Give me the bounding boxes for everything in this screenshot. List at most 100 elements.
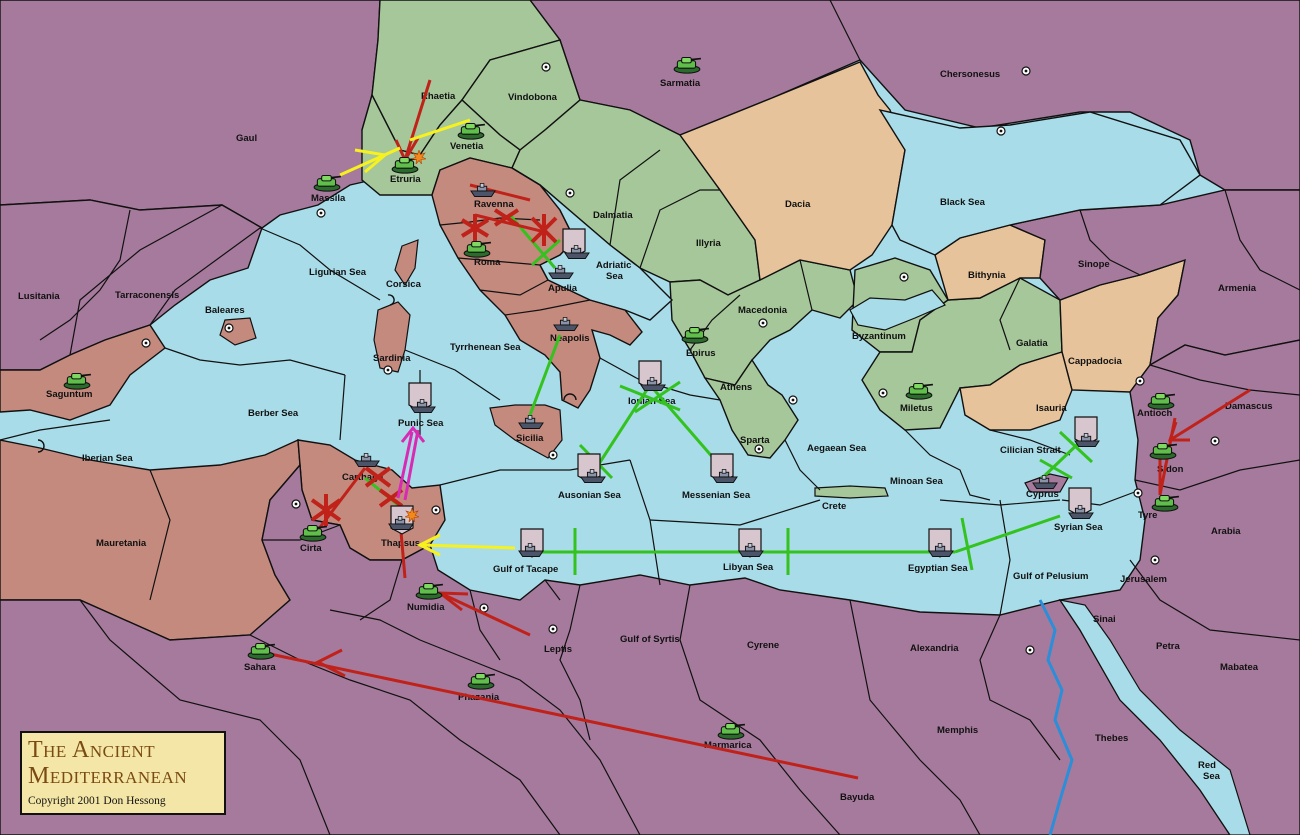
label-sardinia: Sardinia: [373, 353, 411, 364]
label-minoan-sea: Minoan Sea: [890, 476, 944, 487]
label-massila: Massila: [311, 193, 346, 204]
label-mabatea: Mabatea: [1220, 662, 1259, 673]
supply-center-icon: [758, 318, 768, 328]
label-epirus: Epirus: [686, 348, 716, 359]
label-mauretania: Mauretania: [96, 538, 147, 549]
label-etruria: Etruria: [390, 174, 421, 185]
supply-center-icon: [224, 323, 234, 333]
label-dalmatia: Dalmatia: [593, 210, 633, 221]
label-saguntum: Saguntum: [46, 389, 92, 400]
label-syrian-sea: Syrian Sea: [1054, 522, 1103, 533]
label-red-sea-1: Red: [1198, 760, 1216, 771]
supply-center-icon: [1210, 436, 1220, 446]
label-sicilia: Sicilia: [516, 433, 544, 444]
label-bayuda: Bayuda: [840, 792, 875, 803]
label-adriatic-sea-1: Adriatic: [596, 260, 631, 271]
supply-center-icon: [996, 126, 1006, 136]
supply-center-icon: [383, 365, 393, 375]
supply-center-icon: [1133, 488, 1143, 498]
land-crete[interactable]: [814, 485, 889, 499]
label-gaul: Gaul: [236, 133, 257, 144]
copyright-text: Copyright 2001 Don Hessong: [28, 795, 166, 807]
supply-center-icon: [565, 188, 575, 198]
label-thebes: Thebes: [1095, 733, 1128, 744]
label-adriatic-sea-2: Sea: [606, 271, 624, 282]
label-black-sea: Black Sea: [940, 197, 986, 208]
label-sinope: Sinope: [1078, 259, 1110, 270]
label-tyre: Tyre: [1138, 510, 1157, 521]
label-cyrene: Cyrene: [747, 640, 779, 651]
label-vindobona: Vindobona: [508, 92, 558, 103]
label-messenian-sea: Messenian Sea: [682, 490, 751, 501]
supply-center-icon: [548, 450, 558, 460]
label-roma: Roma: [474, 257, 501, 268]
supply-center-icon: [291, 499, 301, 509]
label-red-sea-2: Sea: [1203, 771, 1221, 782]
label-sinai: Sinai: [1093, 614, 1116, 625]
supply-center-icon: [541, 62, 551, 72]
label-chersonesus: Chersonesus: [940, 69, 1000, 80]
label-jerusalem: Jerusalem: [1120, 574, 1167, 585]
supply-center-icon: [431, 505, 441, 515]
supply-center-icon: [899, 272, 909, 282]
supply-center-icon: [754, 444, 764, 454]
label-ligurian-sea: Ligurian Sea: [309, 267, 367, 278]
supply-center-icon: [141, 338, 151, 348]
label-miletus: Miletus: [900, 403, 933, 414]
supply-center-icon: [1135, 376, 1145, 386]
label-baleares: Baleares: [205, 305, 245, 316]
label-armenia: Armenia: [1218, 283, 1257, 294]
label-gulf-of-tacape: Gulf of Tacape: [493, 564, 558, 575]
label-macedonia: Macedonia: [738, 305, 788, 316]
label-iberian-sea: Iberian Sea: [82, 453, 133, 464]
label-berber-sea: Berber Sea: [248, 408, 299, 419]
label-tarraconensis: Tarraconensis: [115, 290, 179, 301]
supply-center-icon: [878, 388, 888, 398]
label-punic-sea: Punic Sea: [398, 418, 444, 429]
label-illyria: Illyria: [696, 238, 722, 249]
supply-center-icon: [788, 395, 798, 405]
label-cappadocia: Cappadocia: [1068, 356, 1123, 367]
label-crete: Crete: [822, 501, 846, 512]
label-cirta: Cirta: [300, 543, 322, 554]
label-leptis: Leptis: [544, 644, 572, 655]
label-venetia: Venetia: [450, 141, 484, 152]
game-map: Rhaetia Vindobona Sarmatia Chersonesus G…: [0, 0, 1300, 835]
label-tyrrhenean-sea: Tyrrhenean Sea: [450, 342, 521, 353]
label-alexandria: Alexandria: [910, 643, 959, 654]
label-antioch: Antioch: [1137, 408, 1173, 419]
title-line-1: The Ancient: [28, 737, 156, 763]
label-gulf-of-syrtis: Gulf of Syrtis: [620, 634, 680, 645]
label-cyprus: Cyprus: [1026, 489, 1059, 500]
supply-center-icon: [316, 208, 326, 218]
label-memphis: Memphis: [937, 725, 978, 736]
title-cartouche: The Ancient Mediterranean Copyright 2001…: [20, 731, 226, 815]
label-bithynia: Bithynia: [968, 270, 1006, 281]
label-isauria: Isauria: [1036, 403, 1067, 414]
label-byzantinum: Byzantinum: [852, 331, 906, 342]
label-ausonian-sea: Ausonian Sea: [558, 490, 622, 501]
label-sahara: Sahara: [244, 662, 276, 673]
label-libyan-sea: Libyan Sea: [723, 562, 774, 573]
label-numidia: Numidia: [407, 602, 445, 613]
label-petra: Petra: [1156, 641, 1180, 652]
label-arabia: Arabia: [1211, 526, 1241, 537]
label-apulia: Apulia: [548, 283, 578, 294]
title-line-2: Mediterranean: [28, 763, 188, 789]
label-ravenna: Ravenna: [474, 199, 514, 210]
label-cilician-strait: Cilician Strait: [1000, 445, 1062, 456]
label-sparta: Sparta: [740, 435, 770, 446]
label-aegaean-sea: Aegaean Sea: [807, 443, 867, 454]
label-sarmatia: Sarmatia: [660, 78, 701, 89]
label-egyptian-sea: Egyptian Sea: [908, 563, 968, 574]
label-athens: Athens: [720, 382, 752, 393]
label-corsica: Corsica: [386, 279, 422, 290]
label-galatia: Galatia: [1016, 338, 1048, 349]
label-gulf-of-pelusium: Gulf of Pelusium: [1013, 571, 1088, 582]
label-lusitania: Lusitania: [18, 291, 60, 302]
supply-center-icon: [1025, 645, 1035, 655]
label-dacia: Dacia: [785, 199, 811, 210]
supply-center-icon: [548, 624, 558, 634]
supply-center-icon: [1021, 66, 1031, 76]
supply-center-icon: [1150, 555, 1160, 565]
